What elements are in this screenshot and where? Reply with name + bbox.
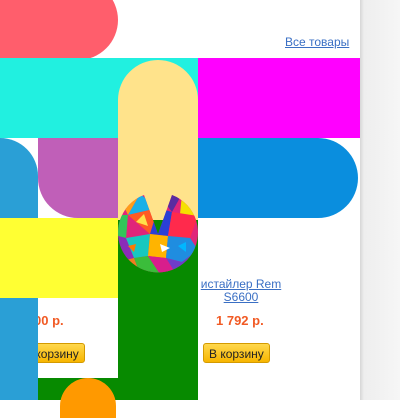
mosaic-pacman — [118, 195, 198, 273]
